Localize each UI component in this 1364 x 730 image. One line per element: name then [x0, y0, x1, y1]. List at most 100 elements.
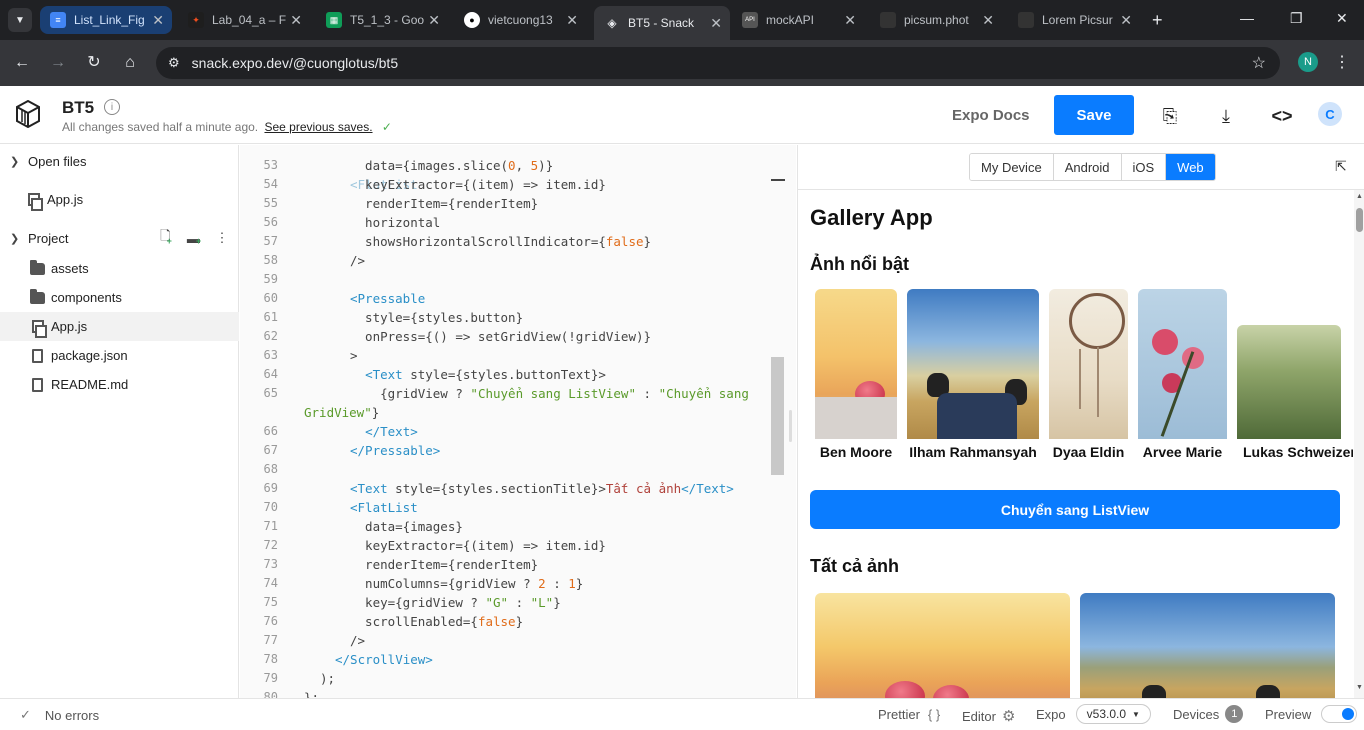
minimize-icon[interactable]: — [1240, 10, 1254, 26]
code-line: 54 keyExtractor={(item) => item.id} [240, 175, 796, 194]
featured-author: Arvee Marie [1142, 444, 1223, 460]
featured-card[interactable]: Arvee Marie [1138, 289, 1227, 469]
back-arrow-icon[interactable]: ← [10, 52, 34, 74]
tab-my-device[interactable]: My Device [970, 154, 1054, 180]
forward-arrow-icon[interactable]: → [46, 52, 70, 74]
scroll-up-icon[interactable]: ▲ [1356, 193, 1363, 200]
project-title[interactable]: BT5 [62, 98, 94, 118]
code-editor[interactable]: <FlatList 53 data={images.slice(0, 5)} 54… [240, 145, 796, 698]
user-avatar[interactable]: C [1318, 102, 1342, 126]
browser-tab[interactable]: ● vietcuong13 ✕ [454, 6, 586, 34]
code-text: keyExtractor={(item) => item.id} [350, 538, 606, 553]
new-file-icon[interactable]: 🗋 + [159, 228, 173, 246]
featured-card[interactable]: Ilham Rahmansyah [907, 289, 1039, 469]
browser-toolbar: ← → ↻ ⌂ ⚙ snack.expo.dev/@cuonglotus/bt5… [0, 40, 1364, 86]
tab-ios[interactable]: iOS [1121, 154, 1167, 180]
profile-avatar[interactable]: N [1298, 52, 1318, 72]
scroll-down-icon[interactable]: ▼ [1356, 684, 1363, 691]
device-login-icon[interactable]: ⎘ [1158, 104, 1182, 128]
line-number: 65 [263, 386, 278, 400]
project-item-app-js[interactable]: App.js [0, 312, 239, 341]
open-files-label: Open files [28, 153, 87, 169]
window-close-icon[interactable]: ✕ [1336, 10, 1348, 27]
code-text: /> [350, 253, 366, 268]
close-icon[interactable]: ✕ [710, 15, 722, 31]
code-line: 64 <Text style={styles.buttonText}> [240, 365, 796, 384]
editor-scrollbar[interactable] [771, 357, 784, 475]
embed-code-icon[interactable]: <> [1270, 104, 1294, 128]
close-icon[interactable]: ✕ [428, 12, 440, 28]
preview-scrollbar[interactable]: ▲ ▼ [1354, 190, 1364, 698]
pane-resize-handle[interactable] [789, 410, 792, 442]
preview-toggle[interactable]: Preview [1265, 705, 1358, 723]
close-icon[interactable]: ✕ [152, 12, 164, 28]
new-tab-plus-icon[interactable]: + [1152, 10, 1163, 30]
project-item-assets[interactable]: assets [0, 254, 239, 283]
code-line: 71 data={images} [240, 517, 796, 536]
line-number: 78 [263, 652, 278, 666]
scroll-thumb[interactable] [1356, 208, 1363, 232]
save-button[interactable]: Save [1054, 95, 1134, 135]
error-status-label: No errors [44, 707, 100, 723]
more-options-icon[interactable]: ⋮ [215, 230, 229, 245]
restore-icon[interactable]: ❐ [1290, 10, 1303, 27]
close-icon[interactable]: ✕ [844, 12, 856, 28]
featured-card[interactable]: Lukas Schweizer [1237, 289, 1353, 469]
browser-tab[interactable]: ≡ List_Link_Fig ✕ [40, 6, 172, 34]
preview-switch[interactable] [1321, 705, 1358, 723]
browser-tab[interactable]: ✦ Lab_04_a – F ✕ [178, 6, 310, 34]
download-icon[interactable]: ⤓ [1214, 104, 1238, 128]
code-line: 72 keyExtractor={(item) => item.id} [240, 536, 796, 555]
project-item-components[interactable]: components [0, 283, 239, 312]
grid-image[interactable] [1080, 593, 1335, 698]
new-folder-icon[interactable]: ▬ + [187, 231, 201, 247]
code-text: style={styles.button} [350, 310, 524, 325]
address-bar[interactable]: ⚙ snack.expo.dev/@cuonglotus/bt5 ☆ [156, 47, 1280, 79]
browser-tab-active[interactable]: ◈ BT5 - Snack ✕ [594, 6, 730, 40]
close-icon[interactable]: ✕ [290, 12, 302, 28]
devices-status[interactable]: Devices 1 [1173, 705, 1244, 723]
code-line: GridView"} [240, 403, 796, 422]
site-info-icon[interactable]: ⚙ [168, 55, 180, 71]
open-file-item[interactable]: App.js [0, 185, 239, 214]
line-number: 53 [263, 158, 278, 172]
expo-docs-link[interactable]: Expo Docs [952, 107, 1030, 124]
previous-saves-link[interactable]: See previous saves. [264, 120, 372, 134]
close-icon[interactable]: ✕ [566, 12, 578, 28]
editor-settings[interactable]: Editor ⚙ [962, 707, 1015, 725]
close-icon[interactable]: ✕ [1120, 12, 1132, 28]
browser-menu-icon[interactable]: ⋮ [1334, 52, 1350, 72]
prettier-toggle[interactable]: Prettier { } [878, 707, 940, 722]
google-sheets-icon: ▦ [326, 12, 342, 28]
featured-card[interactable]: Ben Moore [815, 289, 897, 469]
expo-sdk-selector[interactable]: Expo v53.0.0 ▼ [1036, 704, 1151, 724]
home-icon[interactable]: ⌂ [118, 52, 142, 74]
featured-card[interactable]: Dyaa Eldin [1049, 289, 1128, 469]
open-external-icon[interactable]: ⇱ [1335, 158, 1351, 174]
project-item-readme[interactable]: README.md [0, 370, 239, 399]
reload-icon[interactable]: ↻ [82, 52, 106, 74]
error-status[interactable]: ✓ No errors [20, 707, 99, 723]
open-files-section[interactable]: ❯ Open files [0, 146, 239, 176]
tab-search-chevron-icon[interactable]: ▼ [8, 8, 32, 32]
app-title: Gallery App [810, 205, 933, 230]
bookmark-star-icon[interactable]: ☆ [1252, 53, 1266, 73]
tab-android[interactable]: Android [1053, 154, 1122, 180]
toggle-view-button[interactable]: Chuyển sang ListView [810, 490, 1340, 529]
tab-web[interactable]: Web [1166, 154, 1215, 180]
browser-tab[interactable]: Lorem Picsur ✕ [1008, 6, 1140, 34]
browser-tab[interactable]: picsum.phot ✕ [870, 6, 1002, 34]
project-item-package-json[interactable]: package.json [0, 341, 239, 370]
line-number: 74 [263, 576, 278, 590]
close-icon[interactable]: ✕ [982, 12, 994, 28]
status-bar: ✓ No errors Prettier { } Editor ⚙ Expo v… [0, 698, 1364, 730]
code-line: 80}; [240, 688, 796, 698]
browser-tab[interactable]: API mockAPI ✕ [732, 6, 864, 34]
line-number: 71 [263, 519, 278, 533]
info-icon[interactable]: i [104, 99, 120, 115]
project-section[interactable]: ❯ Project 🗋 + ▬ + ⋮ [0, 223, 239, 253]
sdk-version-select[interactable]: v53.0.0 ▼ [1075, 704, 1151, 724]
browser-tab[interactable]: ▦ T5_1_3 - Goo ✕ [316, 6, 448, 34]
snack-logo-icon[interactable] [16, 100, 40, 128]
grid-image[interactable] [815, 593, 1070, 698]
